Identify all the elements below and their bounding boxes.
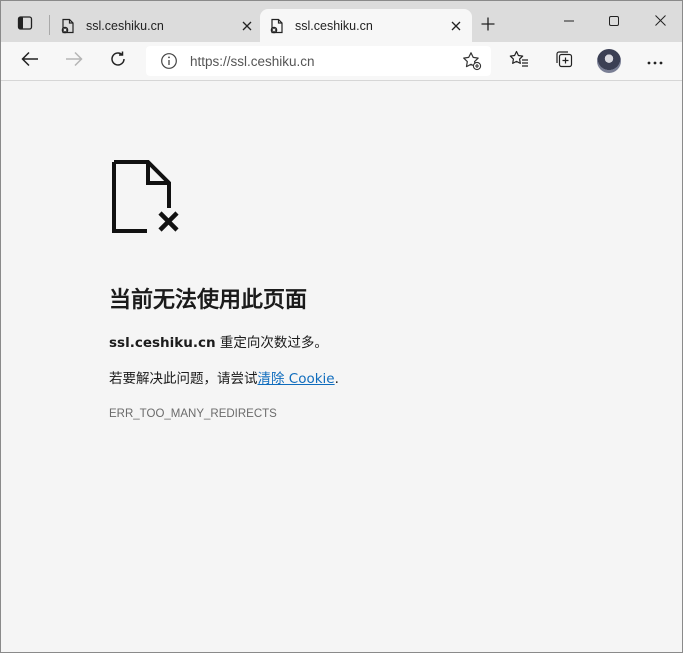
- tab-title: ssl.ceshiku.cn: [86, 18, 164, 33]
- tab-separator: [49, 15, 50, 35]
- address-bar[interactable]: https://ssl.ceshiku.cn: [146, 46, 491, 76]
- favorites-icon: [509, 50, 529, 73]
- minimize-icon: [564, 13, 574, 31]
- error-hint-suffix: .: [334, 371, 339, 387]
- tab-actions-icon: [17, 15, 33, 36]
- tab-inactive[interactable]: ssl.ceshiku.cn: [51, 9, 263, 42]
- page-error-favicon-icon: [269, 18, 285, 34]
- close-window-button[interactable]: [637, 7, 682, 37]
- more-icon: [647, 52, 663, 70]
- refresh-icon: [109, 50, 127, 73]
- collections-button[interactable]: [549, 46, 579, 76]
- error-message-text: 重定向次数过多。: [215, 335, 328, 351]
- error-page: 当前无法使用此页面 ssl.ceshiku.cn 重定向次数过多。 若要解决此问…: [1, 82, 682, 652]
- plus-icon: [481, 17, 495, 36]
- new-tab-button[interactable]: [475, 13, 501, 39]
- maximize-button[interactable]: [591, 7, 637, 37]
- back-button[interactable]: [15, 46, 45, 76]
- maximize-icon: [609, 13, 619, 31]
- close-tab-icon[interactable]: [237, 16, 257, 36]
- error-message: ssl.ceshiku.cn 重定向次数过多。: [109, 331, 328, 351]
- more-button[interactable]: [640, 46, 670, 76]
- clear-cookie-link[interactable]: 清除 Cookie: [258, 371, 335, 387]
- tab-title: ssl.ceshiku.cn: [295, 18, 373, 33]
- refresh-button[interactable]: [103, 46, 133, 76]
- info-icon[interactable]: [160, 52, 178, 70]
- tab-active[interactable]: ssl.ceshiku.cn: [260, 9, 472, 42]
- collections-icon: [555, 50, 573, 73]
- favorites-button[interactable]: [504, 46, 534, 76]
- tab-strip: ssl.ceshiku.cn ssl.ceshiku.cn: [1, 1, 682, 42]
- back-arrow-icon: [21, 51, 39, 72]
- error-title: 当前无法使用此页面: [109, 288, 308, 313]
- minimize-button[interactable]: [546, 7, 592, 37]
- close-icon: [654, 13, 666, 31]
- broken-page-icon: [111, 159, 183, 235]
- tab-actions-button[interactable]: [11, 11, 39, 39]
- page-error-favicon-icon: [60, 18, 76, 34]
- navigation-toolbar: https://ssl.ceshiku.cn: [1, 42, 682, 81]
- error-host: ssl.ceshiku.cn: [109, 335, 216, 351]
- error-hint-prefix: 若要解决此问题，请尝试: [109, 371, 258, 387]
- forward-arrow-icon: [65, 51, 83, 72]
- close-tab-icon[interactable]: [446, 16, 466, 36]
- address-url[interactable]: https://ssl.ceshiku.cn: [190, 54, 461, 69]
- error-code: ERR_TOO_MANY_REDIRECTS: [109, 408, 277, 420]
- add-favorite-icon[interactable]: [461, 50, 483, 72]
- avatar[interactable]: [597, 49, 621, 73]
- browser-window: ssl.ceshiku.cn ssl.ceshiku.cn https://ss…: [0, 0, 683, 653]
- forward-button[interactable]: [59, 46, 89, 76]
- error-hint: 若要解决此问题，请尝试清除 Cookie.: [109, 367, 339, 387]
